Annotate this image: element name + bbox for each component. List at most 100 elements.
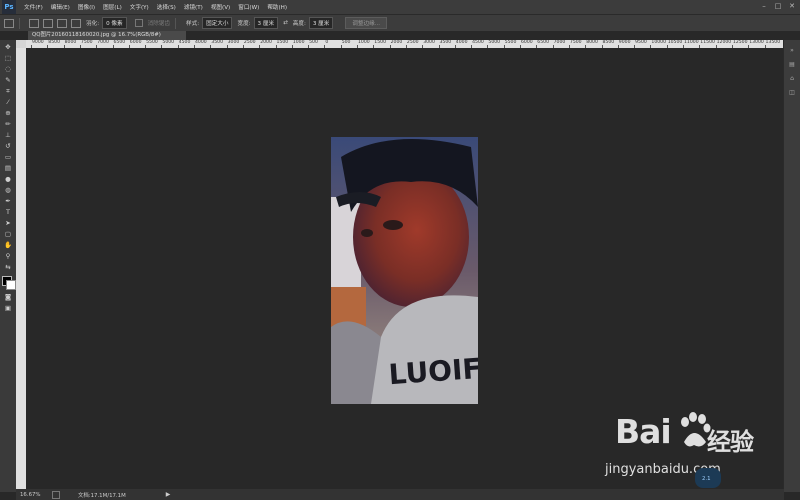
ruler-label: 2500: [406, 40, 419, 45]
ruler-label: 1500: [374, 40, 386, 45]
panel-collapse-icon[interactable]: »: [788, 48, 796, 54]
ruler-label: 7000: [97, 40, 109, 45]
refine-edge-button[interactable]: 调整边缘...: [345, 17, 388, 29]
history-panel-icon[interactable]: ▤: [788, 62, 796, 68]
width-label: 宽度:: [237, 21, 251, 27]
vertical-ruler[interactable]: [16, 48, 26, 489]
window-controls: – □ ✕: [760, 2, 796, 10]
minimize-icon[interactable]: –: [760, 2, 768, 10]
background-color[interactable]: [6, 280, 16, 290]
ruler-corner[interactable]: [16, 40, 26, 48]
ruler-label: 9000: [618, 40, 631, 45]
crop-tool-icon[interactable]: ⌗: [4, 87, 13, 95]
ruler-label: 10500: [667, 40, 683, 45]
path-select-icon[interactable]: ➤: [4, 219, 13, 227]
hand-tool-icon[interactable]: ✋: [4, 241, 13, 249]
ruler-label: 5000: [488, 40, 501, 45]
height-input[interactable]: 3 厘米: [308, 17, 334, 29]
menu-select[interactable]: 选择(S): [157, 3, 176, 11]
export-icon[interactable]: [52, 490, 60, 499]
layers-panel-icon[interactable]: ◫: [788, 90, 796, 96]
close-icon[interactable]: ✕: [788, 2, 796, 10]
ruler-label: 12000: [716, 40, 732, 45]
ruler-label: 500: [309, 40, 318, 45]
gradient-tool-icon[interactable]: ▤: [4, 164, 13, 172]
menu-help[interactable]: 帮助(H): [267, 3, 287, 11]
menu-window[interactable]: 窗口(W): [238, 3, 259, 11]
ruler-label: 1000: [358, 40, 370, 45]
ruler-label: 4000: [195, 40, 207, 45]
eyedropper-icon[interactable]: ⁄: [4, 98, 13, 106]
screen-mode-icon[interactable]: ▣: [4, 304, 13, 312]
ruler-label: 3500: [211, 40, 223, 45]
eraser-tool-icon[interactable]: ▭: [4, 153, 13, 161]
intersect-selection-icon[interactable]: [71, 18, 81, 28]
pen-tool-icon[interactable]: ✒: [4, 197, 13, 205]
ruler-label: 3000: [423, 40, 435, 45]
move-tool-icon[interactable]: ✥: [4, 43, 13, 51]
document-image[interactable]: LUOIF: [331, 137, 478, 404]
zoom-level[interactable]: 16.67%: [16, 492, 48, 498]
ruler-label: 11000: [684, 40, 699, 45]
swap-colors-icon[interactable]: ⇆: [4, 263, 13, 271]
history-brush-icon[interactable]: ↺: [4, 142, 13, 150]
swap-icon[interactable]: ⇄: [283, 20, 288, 26]
ruler-label: 6500: [113, 40, 126, 45]
menu-view[interactable]: 视图(V): [211, 3, 230, 11]
dodge-tool-icon[interactable]: ◍: [4, 186, 13, 194]
menu-layer[interactable]: 图层(L): [103, 3, 122, 11]
ruler-label: 500: [341, 40, 351, 45]
menu-type[interactable]: 文字(Y): [130, 3, 149, 11]
healing-brush-icon[interactable]: ⊕: [4, 109, 13, 117]
add-selection-icon[interactable]: [43, 18, 53, 28]
ruler-label: 3500: [439, 40, 452, 45]
antialias-checkbox[interactable]: [134, 19, 143, 27]
menu-image[interactable]: 图像(I): [78, 3, 95, 11]
watermark-logo-left: Bai: [615, 412, 672, 451]
ruler-label: 6500: [537, 40, 549, 45]
menu-edit[interactable]: 编辑(E): [51, 3, 70, 11]
shape-tool-icon[interactable]: ▢: [4, 230, 13, 238]
menu-file[interactable]: 文件(F): [24, 3, 43, 11]
child-photo: LUOIF: [331, 137, 478, 404]
type-tool-icon[interactable]: T: [4, 208, 13, 216]
ruler-label: 9000: [32, 40, 44, 45]
photoshop-logo: Ps: [2, 0, 16, 14]
ruler-label: 8500: [602, 40, 615, 45]
ruler-label: 7500: [569, 40, 582, 45]
horizontal-ruler[interactable]: 9000 8500 8000 7500 7000 6500 6000 5500 5000 4500…: [26, 40, 784, 48]
marquee-tool-icon[interactable]: ⬚: [4, 54, 13, 62]
antialias-label: 消除锯齿: [147, 21, 170, 27]
marquee-preset-icon[interactable]: [4, 18, 14, 28]
properties-panel-icon[interactable]: ⌂: [788, 76, 796, 82]
width-input[interactable]: 3 厘米: [253, 17, 279, 29]
ruler-label: 12500: [732, 40, 748, 45]
document-tab[interactable]: QQ图片20160118160020.jpg @ 16.7%(RGB/8#): [28, 31, 186, 40]
tools-panel: ✥ ⬚ ◌ ✎ ⌗ ⁄ ⊕ ✏ ⊥ ↺ ▭ ▤ ● ◍ ✒ T ➤ ▢ ✋ ⚲ …: [0, 40, 17, 492]
feather-input[interactable]: 0 像素: [102, 17, 127, 29]
menu-filter[interactable]: 滤镜(T): [184, 3, 203, 11]
subtract-selection-icon[interactable]: [57, 18, 67, 28]
ruler-label: 3000: [227, 40, 240, 45]
ruler-label: 9500: [635, 40, 647, 45]
brush-tool-icon[interactable]: ✏: [4, 120, 13, 128]
status-menu-arrow[interactable]: ▶: [166, 491, 171, 498]
style-select[interactable]: 固定大小: [202, 17, 233, 29]
clone-stamp-icon[interactable]: ⊥: [4, 131, 13, 139]
blur-tool-icon[interactable]: ●: [4, 175, 13, 183]
ruler-label: 8500: [48, 40, 60, 45]
new-selection-icon[interactable]: [29, 18, 39, 28]
ruler-label: 0: [325, 40, 329, 45]
quick-mask-icon[interactable]: ◙: [4, 293, 13, 301]
color-swatches[interactable]: [1, 275, 16, 290]
zoom-tool-icon[interactable]: ⚲: [4, 252, 13, 260]
quick-select-icon[interactable]: ✎: [4, 76, 13, 84]
baidu-watermark: Bai 经验 jingyanbaidu.com: [605, 412, 755, 487]
ruler-label: 13500: [765, 40, 781, 45]
maximize-icon[interactable]: □: [774, 2, 782, 10]
shirt-text: LUOIF: [388, 352, 478, 391]
options-bar: 羽化: 0 像素 消除锯齿 样式: 固定大小 宽度: 3 厘米 ⇄ 高度: 3 …: [0, 14, 800, 31]
lasso-tool-icon[interactable]: ◌: [4, 65, 13, 73]
ruler-label: 2000: [260, 40, 272, 45]
ruler-label: 5000: [162, 40, 175, 45]
